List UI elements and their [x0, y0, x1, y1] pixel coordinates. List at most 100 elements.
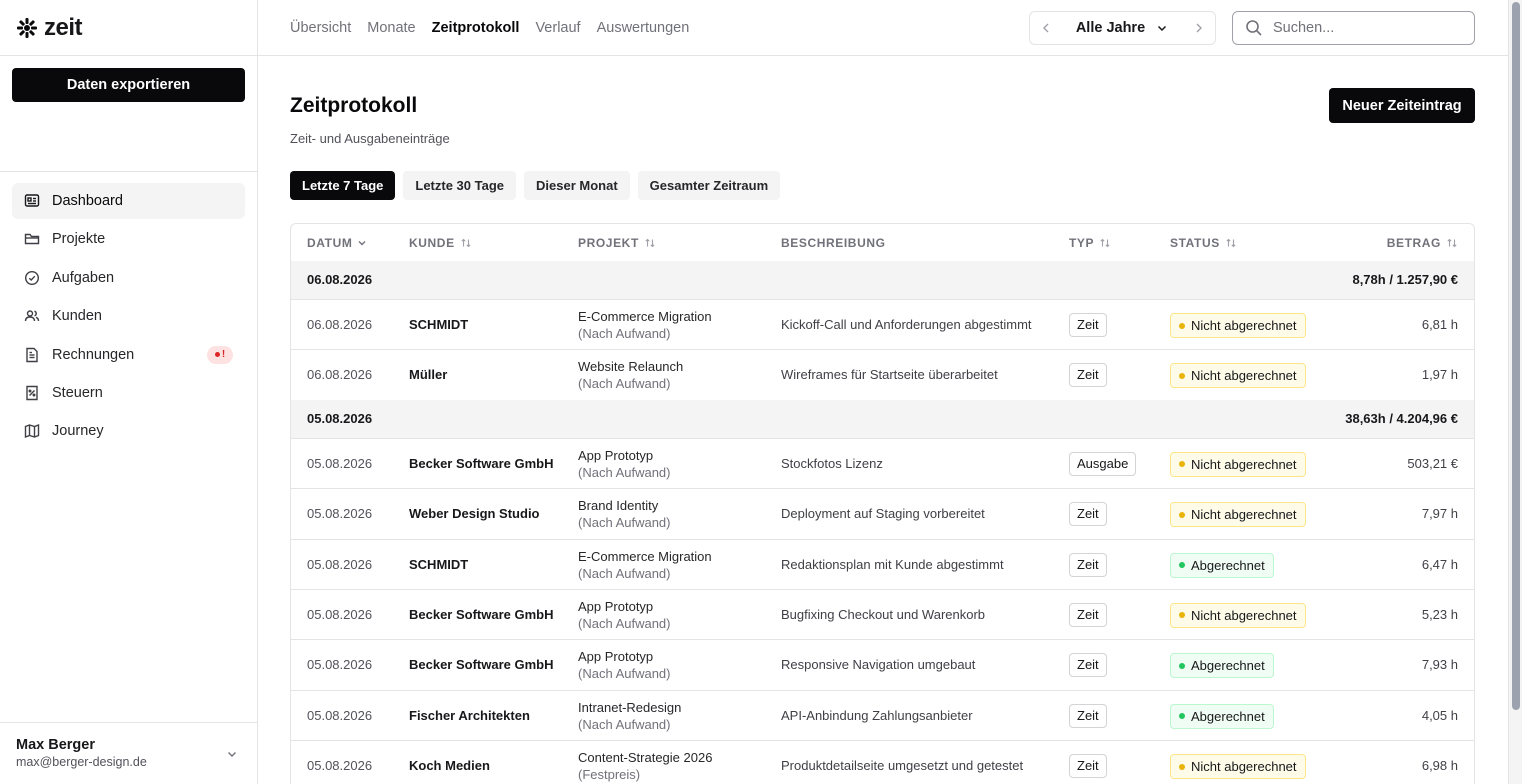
sidebar-item-aufgaben[interactable]: Aufgaben: [12, 260, 245, 296]
entry-amount: 6,81 h: [1421, 317, 1458, 332]
scrollbar-thumb[interactable]: [1512, 2, 1520, 710]
entry-client: Becker Software GmbH: [409, 657, 554, 673]
table-row[interactable]: 05.08.2026 SCHMIDT E-Commerce Migration (Na…: [291, 538, 1474, 589]
table-row[interactable]: 05.08.2026 Koch Medien Content-Strategie 2…: [291, 740, 1474, 784]
entry-amount: 1,97 h: [1421, 367, 1458, 383]
entry-description: API-Anbindung Zahlungsanbieter: [781, 707, 973, 723]
table-row[interactable]: 06.08.2026 SCHMIDT E-Commerce Migration (Na…: [291, 299, 1474, 349]
sidebar-item-label: Rechnungen: [52, 346, 135, 363]
tab-uebersicht[interactable]: Übersicht: [290, 20, 351, 36]
dashboard-icon: [24, 194, 40, 207]
column-header-label: Betrag: [1386, 235, 1441, 250]
project-billing-type: (Nach Aufwand): [578, 666, 671, 682]
sidebar-item-projekte[interactable]: Projekte: [12, 221, 245, 257]
entry-status-cell: Abgerechnet: [1170, 653, 1274, 679]
topbar: Übersicht Monate Zeitprotokoll Verlauf A…: [258, 0, 1508, 56]
year-value: Alle Jahre: [1075, 20, 1146, 36]
alert-dot: [214, 352, 220, 358]
column-header-kunde[interactable]: Kunde: [409, 236, 472, 250]
chevron-right-icon[interactable]: [1193, 21, 1205, 35]
tab-verlauf[interactable]: Verlauf: [535, 20, 580, 36]
sidebar-item-rechnungen[interactable]: Rechnungen !: [12, 337, 245, 373]
table-row[interactable]: 05.08.2026 Becker Software GmbH App Protot…: [291, 639, 1474, 689]
type-badge: Zeit: [1069, 502, 1107, 527]
entry-description: Redaktionsplan mit Kunde abgestimmt: [781, 556, 1004, 572]
entry-type-cell: Zeit: [1069, 313, 1107, 337]
users-icon: [24, 310, 40, 322]
table-row[interactable]: 05.08.2026 Fischer Architekten Intranet-Re…: [291, 689, 1474, 740]
entry-project: E-Commerce Migration (Nach Aufwand): [578, 308, 712, 342]
group-total: 38,63h / 4.204,96 €: [1345, 410, 1458, 426]
tax-icon: [26, 385, 38, 401]
year-dropdown[interactable]: Alle Jahre: [1076, 20, 1169, 36]
search-input[interactable]: [1273, 20, 1453, 36]
column-header-projekt[interactable]: Projekt: [578, 236, 656, 250]
entry-status-cell: Nicht abgerechnet: [1170, 451, 1306, 477]
project-billing-type: (Festpreis): [578, 767, 641, 783]
page-title: Zeitprotokoll: [290, 94, 418, 117]
status-label: Abgerechnet: [1191, 557, 1265, 573]
status-label: Nicht abgerechnet: [1191, 456, 1297, 472]
main-tabs: Übersicht Monate Zeitprotokoll Verlauf A…: [290, 0, 689, 56]
project-billing-type: (Nach Aufwand): [578, 515, 671, 531]
status-dot: [1179, 511, 1185, 518]
status-label: Abgerechnet: [1191, 658, 1265, 674]
entry-type-cell: Zeit: [1069, 602, 1107, 627]
entry-project: Intranet-Redesign (Nach Aufwand): [578, 699, 681, 733]
sidebar-item-dashboard[interactable]: Dashboard: [12, 183, 245, 219]
status-badge: Abgerechnet: [1170, 653, 1274, 679]
sort-icon: [1447, 238, 1457, 247]
column-header-label: Projekt: [578, 235, 639, 250]
logo-text: zeit: [44, 13, 83, 41]
project-name: E-Commerce Migration: [578, 309, 712, 324]
table-row[interactable]: 05.08.2026 Weber Design Studio Brand Ident…: [291, 488, 1474, 538]
status-badge: Nicht abgerechnet: [1170, 502, 1306, 528]
date-group-row: 06.08.2026 8,78h / 1.257,90 €: [291, 261, 1474, 299]
filter-last-30-days[interactable]: Letzte 30 Tage: [403, 171, 517, 200]
tab-auswertungen[interactable]: Auswertungen: [597, 20, 690, 36]
user-menu[interactable]: Max Berger max@berger-design.de: [0, 722, 257, 784]
column-header-typ[interactable]: Typ: [1069, 236, 1111, 250]
sidebar-item-steuern[interactable]: Steuern: [12, 375, 245, 411]
chevron-left-icon[interactable]: [1040, 21, 1052, 35]
type-badge: Zeit: [1069, 602, 1107, 627]
project-name: E-Commerce Migration: [578, 548, 712, 564]
entry-status-cell: Nicht abgerechnet: [1170, 363, 1306, 389]
entry-amount: 7,97 h: [1421, 506, 1458, 522]
column-header-label: Beschreibung: [781, 235, 886, 250]
sidebar-nav: Dashboard Projekte Aufgaben Kunden Rechn…: [0, 172, 257, 463]
status-badge: Nicht abgerechnet: [1170, 451, 1306, 477]
sidebar-item-journey[interactable]: Journey: [12, 413, 245, 449]
filter-this-month[interactable]: Dieser Monat: [524, 171, 630, 200]
sidebar-item-label: Projekte: [52, 231, 106, 248]
status-label: Nicht abgerechnet: [1191, 318, 1297, 333]
logo[interactable]: zeit: [0, 0, 257, 56]
status-dot: [1179, 322, 1185, 329]
table-row[interactable]: 05.08.2026 Becker Software GmbH App Protot…: [291, 437, 1474, 488]
table-row[interactable]: 06.08.2026 Müller Website Relaunch (Nach Au…: [291, 349, 1474, 399]
status-badge: Abgerechnet: [1170, 552, 1274, 578]
entry-amount: 5,23 h: [1421, 606, 1458, 622]
entry-status-cell: Nicht abgerechnet: [1170, 754, 1306, 780]
column-header-datum[interactable]: Datum: [307, 236, 367, 250]
table-row[interactable]: 05.08.2026 Becker Software GmbH App Protot…: [291, 588, 1474, 639]
group-date: 06.08.2026: [307, 272, 373, 287]
entry-client: Koch Medien: [409, 758, 490, 774]
entry-project: App Prototyp (Nach Aufwand): [578, 447, 671, 481]
export-data-button[interactable]: Daten exportieren: [12, 68, 245, 102]
entry-description: Stockfotos Lizenz: [781, 455, 883, 471]
column-header-status[interactable]: Status: [1170, 236, 1237, 250]
new-time-entry-button[interactable]: Neuer Zeiteintrag: [1329, 88, 1475, 123]
column-header-betrag[interactable]: Betrag: [1387, 236, 1458, 250]
status-dot: [1179, 763, 1185, 770]
filter-all-time[interactable]: Gesamter Zeitraum: [637, 171, 781, 200]
sidebar-item-kunden[interactable]: Kunden: [12, 298, 245, 334]
status-badge: Nicht abgerechnet: [1170, 363, 1306, 389]
scrollbar[interactable]: [1508, 0, 1522, 784]
entry-type-cell: Zeit: [1069, 502, 1107, 527]
filter-last-7-days[interactable]: Letzte 7 Tage: [290, 171, 396, 200]
entry-type-cell: Zeit: [1069, 363, 1107, 388]
check-circle-icon: [24, 270, 40, 285]
tab-monate[interactable]: Monate: [367, 20, 415, 36]
tab-zeitprotokoll[interactable]: Zeitprotokoll: [432, 20, 520, 36]
